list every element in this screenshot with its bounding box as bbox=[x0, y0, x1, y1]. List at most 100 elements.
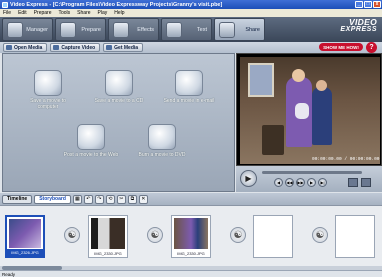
step-label: Effects bbox=[137, 26, 154, 33]
email-icon bbox=[175, 70, 203, 96]
window-title: Video Express - [C:\Program Files\Video … bbox=[10, 1, 223, 8]
undo-icon[interactable]: ↶ bbox=[83, 194, 93, 204]
delete-icon[interactable]: ✕ bbox=[138, 194, 148, 204]
menu-share[interactable]: Share bbox=[77, 10, 90, 16]
option-label: Burn a movie to DVD bbox=[138, 152, 186, 158]
menu-edit[interactable]: Edit bbox=[18, 10, 27, 16]
fullscreen-button[interactable] bbox=[361, 178, 371, 187]
effects-icon bbox=[113, 22, 129, 38]
rewind-button[interactable]: ◀◀ bbox=[285, 178, 294, 187]
step-effects[interactable]: Effects bbox=[108, 18, 159, 41]
clip-thumbnail[interactable]: IMG_2326.JPG bbox=[5, 215, 45, 258]
cut-icon[interactable]: ✂ bbox=[116, 194, 126, 204]
preview-image: 00:00:00.00 / 00:00:00.00 bbox=[240, 57, 380, 164]
clip-caption: IMG_2326.JPG bbox=[7, 249, 43, 256]
clip-image bbox=[91, 218, 125, 249]
menu-tools[interactable]: Tools bbox=[58, 10, 70, 16]
end-button[interactable]: ▶| bbox=[318, 178, 327, 187]
manager-icon bbox=[7, 22, 23, 38]
photo-person-2 bbox=[312, 87, 332, 145]
clip-image bbox=[174, 218, 208, 249]
photo-baby bbox=[295, 103, 309, 119]
close-button[interactable]: x bbox=[373, 1, 381, 8]
storyboard: IMG_2326.JPG ☯ IMG_2330.JPG ☯ IMG_2330.J… bbox=[0, 205, 382, 266]
prev-frame-button[interactable]: ◀ bbox=[274, 178, 283, 187]
clip-slot[interactable] bbox=[253, 215, 293, 258]
share-icon bbox=[219, 22, 235, 38]
transition-icon[interactable]: ☯ bbox=[147, 227, 163, 243]
task-label: Capture Video bbox=[61, 44, 96, 51]
rotate-icon[interactable]: ⟲ bbox=[105, 194, 115, 204]
step-manager[interactable]: Manager bbox=[2, 18, 53, 41]
clip-image bbox=[9, 219, 41, 248]
prepare-icon bbox=[60, 22, 76, 38]
menu-play[interactable]: Play bbox=[98, 10, 108, 16]
forward-button[interactable]: ▶▶ bbox=[296, 178, 305, 187]
seek-slider[interactable] bbox=[262, 171, 362, 174]
burn-dvd-option[interactable]: Burn a movie to DVD bbox=[134, 124, 190, 158]
tab-timeline[interactable]: Timeline bbox=[2, 194, 33, 204]
tab-storyboard[interactable]: Storyboard bbox=[34, 194, 71, 204]
camera-icon bbox=[53, 45, 60, 50]
maximize-button[interactable]: □ bbox=[364, 1, 372, 8]
clip-caption: IMG_2330.JPG bbox=[94, 251, 122, 256]
option-label: Save a movie to computer bbox=[30, 98, 66, 110]
menu-prepare[interactable]: Prepare bbox=[34, 10, 52, 16]
task-label: Open Media bbox=[14, 44, 43, 51]
clip-caption bbox=[336, 250, 374, 257]
next-frame-button[interactable]: ▶ bbox=[307, 178, 316, 187]
app-logo: VIDEO EXPRESS bbox=[327, 18, 377, 38]
computer-icon bbox=[34, 70, 62, 96]
task-bar: Open Media Capture Video Get Media bbox=[0, 42, 236, 53]
step-text[interactable]: Text bbox=[161, 18, 212, 41]
timecode: 00:00:00.00 / 00:00:00.00 bbox=[312, 157, 380, 162]
clip-slot[interactable] bbox=[335, 215, 375, 258]
step-label: Text bbox=[196, 26, 207, 33]
task-label: Get Media bbox=[114, 44, 139, 51]
step-label: Prepare bbox=[81, 26, 101, 33]
grid-icon[interactable]: ▦ bbox=[72, 194, 82, 204]
dvd-icon bbox=[148, 124, 176, 150]
option-label: Send a movie in e-mail bbox=[163, 98, 215, 104]
title-bar: Video Express - [C:\Program Files\Video … bbox=[0, 0, 382, 9]
capture-video-button[interactable]: Capture Video bbox=[50, 43, 101, 52]
snapshot-button[interactable] bbox=[348, 178, 358, 187]
save-to-cd-option[interactable]: Save a movie to a CD bbox=[91, 70, 147, 104]
folder-icon bbox=[6, 45, 12, 50]
logo-line1: VIDEO bbox=[349, 17, 377, 27]
workflow-bar: Manager Prepare Effects Text Share bbox=[0, 17, 382, 42]
play-button[interactable]: ▶ bbox=[240, 170, 257, 187]
menu-file[interactable]: File bbox=[3, 10, 11, 16]
photo-chair bbox=[262, 125, 284, 155]
get-media-button[interactable]: Get Media bbox=[103, 43, 144, 52]
app-icon bbox=[2, 1, 8, 8]
help-button[interactable]: ? bbox=[366, 42, 377, 53]
transition-icon[interactable]: ☯ bbox=[312, 227, 328, 243]
post-to-web-option[interactable]: Post a movie to the Web bbox=[63, 124, 119, 158]
minimize-button[interactable]: _ bbox=[355, 1, 363, 8]
clip-image bbox=[256, 218, 290, 249]
step-share[interactable]: Share bbox=[214, 18, 265, 41]
clip-thumbnail[interactable]: IMG_2330.JPG bbox=[171, 215, 211, 258]
preview-window: 00:00:00.00 / 00:00:00.00 bbox=[236, 53, 382, 166]
transition-icon[interactable]: ☯ bbox=[230, 227, 246, 243]
copy-icon[interactable]: ⧉ bbox=[127, 194, 137, 204]
share-panel: Save a movie to computer Save a movie to… bbox=[2, 53, 235, 192]
playback-controls: ▶ ◀ ◀◀ ▶▶ ▶ ▶| bbox=[236, 166, 382, 192]
open-media-button[interactable]: Open Media bbox=[3, 43, 48, 52]
photo-window bbox=[248, 63, 274, 97]
option-label: Post a movie to the Web bbox=[63, 152, 119, 158]
clip-thumbnail[interactable]: IMG_2330.JPG bbox=[88, 215, 128, 258]
redo-icon[interactable]: ↷ bbox=[94, 194, 104, 204]
logo-line2: EXPRESS bbox=[340, 26, 377, 33]
clip-image bbox=[338, 218, 372, 249]
app-window: Video Express - [C:\Program Files\Video … bbox=[0, 0, 382, 277]
step-label: Share bbox=[245, 26, 260, 33]
save-to-computer-option[interactable]: Save a movie to computer bbox=[20, 70, 76, 110]
transition-icon[interactable]: ☯ bbox=[64, 227, 80, 243]
show-me-how-button[interactable]: SHOW ME HOW! bbox=[319, 43, 363, 51]
menu-help[interactable]: Help bbox=[114, 10, 124, 16]
step-prepare[interactable]: Prepare bbox=[55, 18, 106, 41]
clip-caption: IMG_2330.JPG bbox=[177, 251, 205, 256]
send-email-option[interactable]: Send a movie in e-mail bbox=[161, 70, 217, 104]
